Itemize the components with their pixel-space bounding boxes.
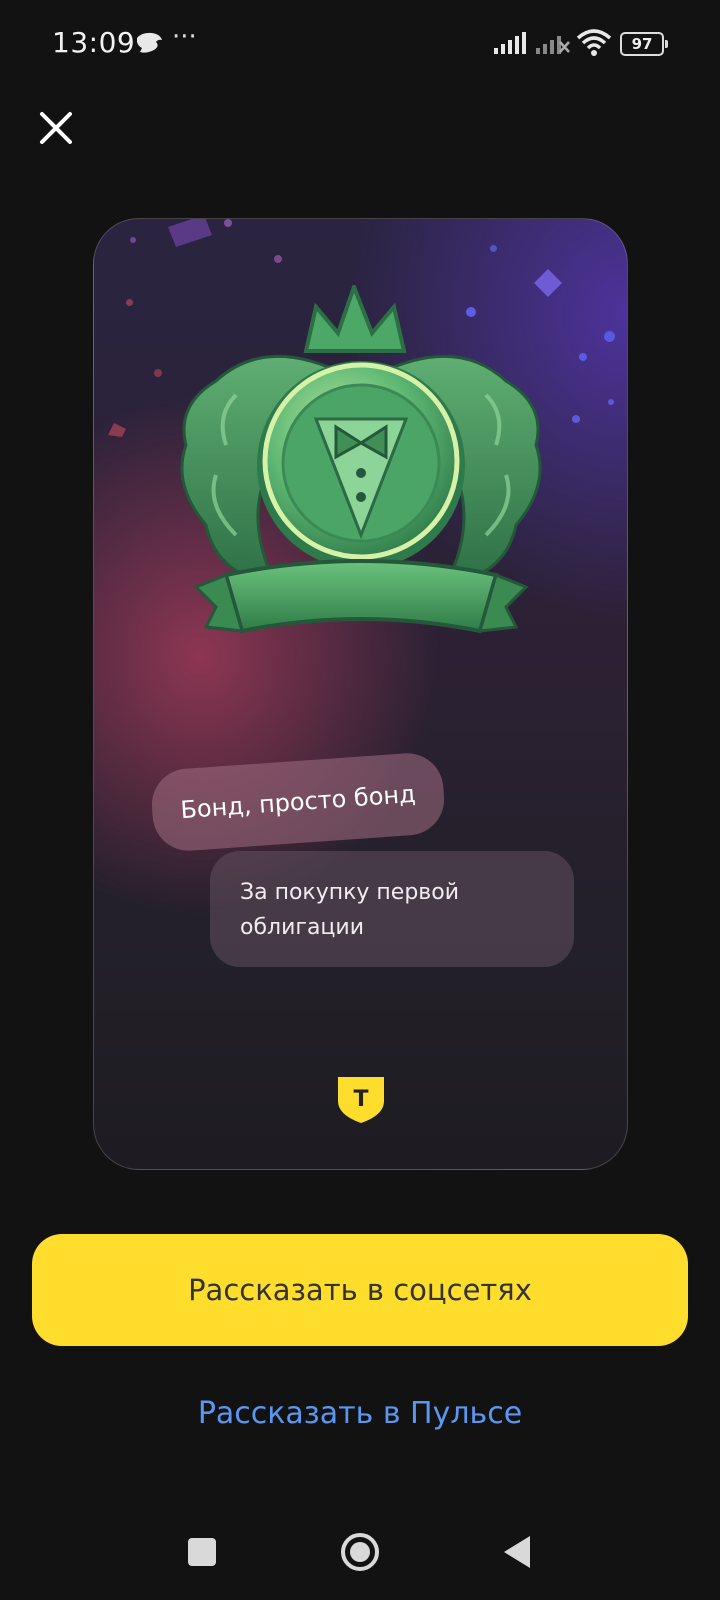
bank-logo-icon: Т <box>338 1077 384 1123</box>
close-icon[interactable] <box>34 106 78 150</box>
app-notification-icon <box>137 32 162 53</box>
more-notifications-icon: ··· <box>172 22 197 52</box>
recent-apps-icon[interactable] <box>188 1538 216 1566</box>
confetti-dot <box>572 415 580 423</box>
confetti-dot <box>579 353 587 361</box>
back-icon[interactable] <box>502 1534 532 1570</box>
logo-letter: Т <box>353 1087 368 1112</box>
confetti-dot <box>130 237 136 243</box>
home-icon[interactable] <box>340 1532 380 1572</box>
signal-icon <box>494 32 526 54</box>
confetti-dot <box>490 245 497 252</box>
battery-indicator: 97 <box>620 32 668 56</box>
system-nav-bar <box>0 1500 720 1600</box>
confetti-piece <box>168 219 212 247</box>
status-time: 13:09 <box>52 26 136 59</box>
confetti-dot <box>224 219 232 227</box>
confetti-dot <box>126 299 133 306</box>
achievement-card: Бонд, просто бонд За покупку первой обли… <box>93 218 628 1170</box>
badge-title: Бонд, просто бонд <box>149 750 447 854</box>
share-social-button[interactable]: Рассказать в соцсетях <box>32 1234 688 1346</box>
confetti-piece <box>108 423 126 437</box>
confetti-dot <box>608 399 614 405</box>
confetti-dot <box>274 255 282 263</box>
wifi-icon <box>576 29 612 56</box>
no-signal-icon <box>536 36 570 54</box>
confetti-dot <box>604 331 615 342</box>
tuxedo-badge-illustration <box>180 285 542 634</box>
confetti-dot <box>154 369 162 377</box>
status-bar: 13:09 ··· 97 <box>0 0 720 90</box>
badge-description: За покупку первой облигации <box>210 851 574 967</box>
share-pulse-link[interactable]: Рассказать в Пульсе <box>0 1396 720 1431</box>
